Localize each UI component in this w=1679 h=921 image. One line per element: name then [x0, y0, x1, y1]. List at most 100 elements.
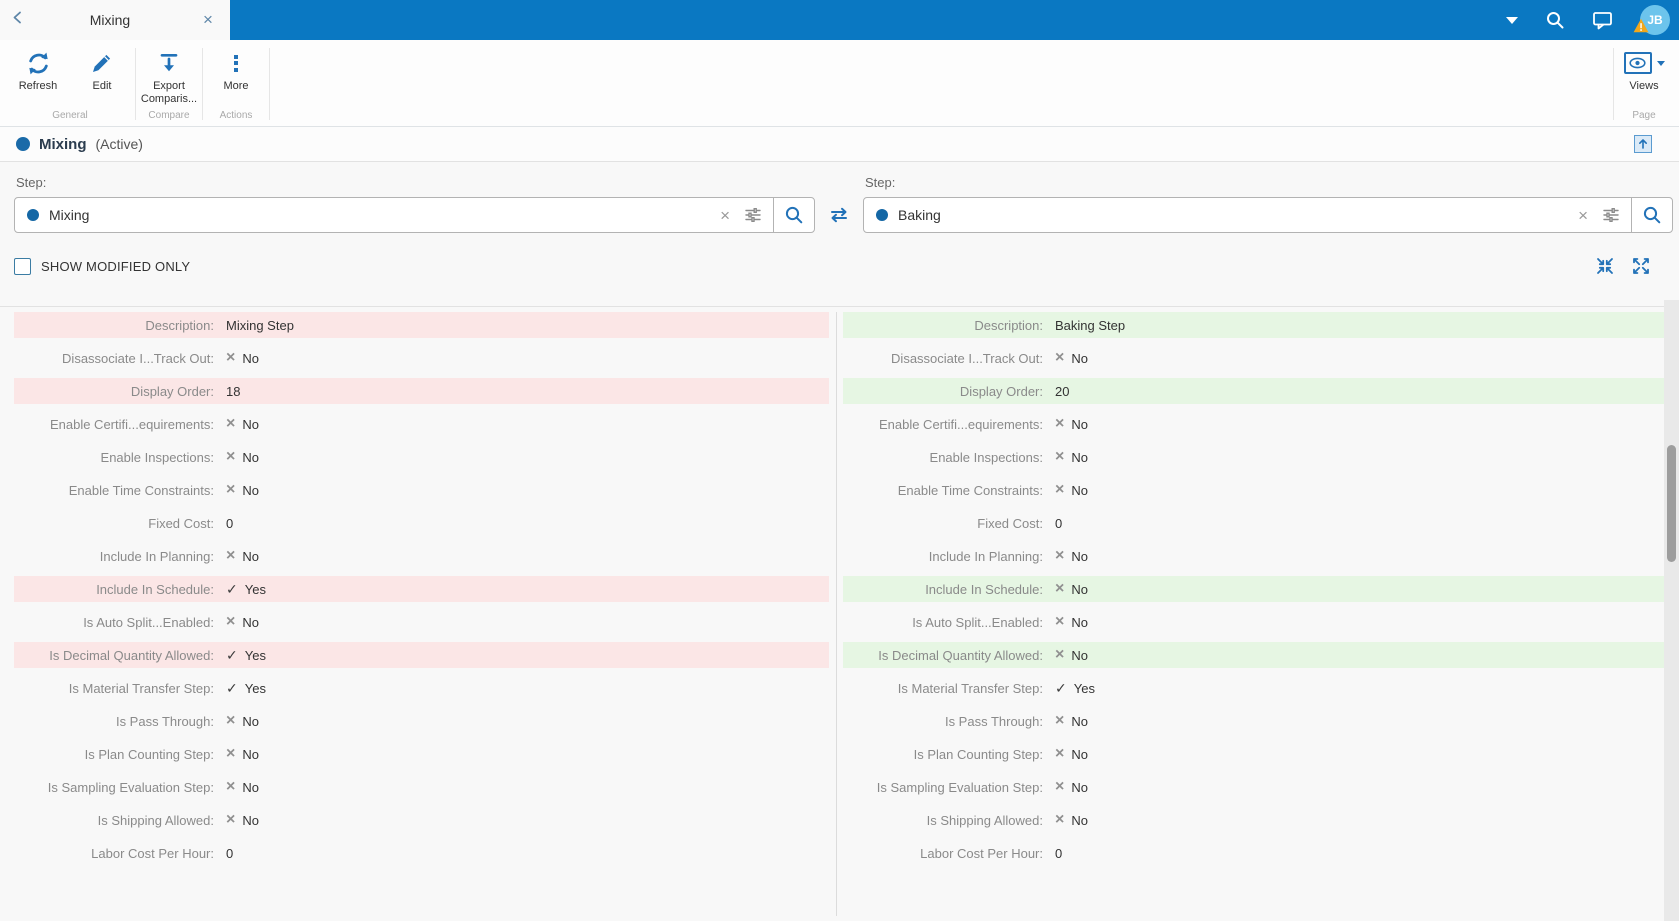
field-label: Include In Schedule:: [96, 581, 214, 597]
field-label: Is Auto Split...Enabled:: [912, 614, 1043, 630]
value-text: No: [1071, 647, 1088, 663]
collapse-all-icon[interactable]: [1596, 257, 1614, 275]
value-text: Yes: [244, 581, 266, 597]
chat-icon[interactable]: [1592, 10, 1613, 31]
value-text: No: [242, 614, 259, 630]
field-label: Include In Planning:: [928, 548, 1043, 564]
views-dropdown-icon[interactable]: [1656, 60, 1665, 66]
search-icon[interactable]: [1545, 10, 1565, 30]
cross-icon: ×: [1055, 745, 1065, 762]
pencil-icon: [90, 49, 114, 77]
cross-icon: ×: [1055, 580, 1065, 597]
clear-icon[interactable]: ×: [1569, 207, 1597, 224]
field-label: Description:: [145, 317, 214, 333]
comparison-row: Disassociate I...Track Out: × No: [843, 345, 1665, 371]
field-label: Is Sampling Evaluation Step:: [876, 779, 1043, 795]
field-label: Is Material Transfer Step:: [68, 680, 214, 696]
ribbon-group-label-general: General: [52, 110, 88, 121]
ribbon-group-label-actions: Actions: [219, 110, 253, 121]
clear-icon[interactable]: ×: [711, 207, 739, 224]
field-value: × No: [226, 416, 259, 432]
cross-icon: ×: [1055, 481, 1065, 498]
cross-icon: ×: [226, 745, 236, 762]
field-label: Description:: [974, 317, 1043, 333]
field-value: × No: [1055, 548, 1088, 564]
field-label: Is Shipping Allowed:: [926, 812, 1043, 828]
step-search-button[interactable]: [773, 198, 814, 232]
expand-all-icon[interactable]: [1632, 257, 1650, 275]
comparison-row: Include In Planning: × No: [14, 543, 829, 569]
field-value: 18: [226, 384, 240, 399]
ribbon-group-compare: Export Comparis... Compare: [137, 40, 201, 126]
cross-icon: ×: [226, 613, 236, 630]
cross-icon: ×: [1055, 547, 1065, 564]
value-text: No: [242, 548, 259, 564]
swap-steps-button[interactable]: [815, 197, 863, 233]
field-label: Enable Inspections:: [929, 449, 1043, 465]
filter-sliders-icon[interactable]: [739, 205, 773, 225]
edit-label: Edit: [92, 80, 112, 92]
step-search-button[interactable]: [1631, 198, 1672, 232]
comparison-row: Is Plan Counting Step: × No: [14, 741, 829, 767]
header-dropdown-icon[interactable]: [1506, 16, 1518, 24]
value-text: No: [1071, 713, 1088, 729]
field-value: × No: [226, 614, 259, 630]
field-value: × No: [1055, 350, 1088, 366]
refresh-label: Refresh: [18, 80, 58, 92]
back-button[interactable]: [0, 10, 34, 30]
left-step-input[interactable]: Mixing ×: [14, 197, 815, 233]
value-text: 20: [1055, 383, 1070, 399]
field-value: × No: [1055, 449, 1088, 465]
field-label: Is Decimal Quantity Allowed:: [49, 647, 214, 663]
value-text: Yes: [1073, 680, 1095, 696]
scrollbar-thumb[interactable]: [1667, 445, 1676, 562]
value-text: No: [242, 482, 259, 498]
field-value: × No: [226, 746, 259, 762]
filter-sliders-icon[interactable]: [1597, 205, 1631, 225]
value-text: No: [1071, 548, 1088, 564]
field-label: Include In Planning:: [99, 548, 214, 564]
export-comparison-button[interactable]: Export Comparis...: [137, 40, 201, 107]
export-label: Export Comparis...: [140, 80, 198, 106]
value-text: No: [242, 713, 259, 729]
field-label: Disassociate I...Track Out:: [62, 350, 214, 366]
views-button[interactable]: Views: [1615, 40, 1673, 107]
refresh-button[interactable]: Refresh: [6, 40, 70, 107]
field-value: × No: [226, 812, 259, 828]
user-avatar[interactable]: JB: [1633, 5, 1670, 35]
tab-mixing[interactable]: Mixing ×: [34, 0, 230, 40]
ribbon-group-page: Views Page: [1615, 40, 1673, 126]
field-label: Enable Time Constraints:: [68, 482, 214, 498]
field-value: × No: [226, 350, 259, 366]
ribbon-separator: [1613, 48, 1614, 120]
show-modified-checkbox[interactable]: [14, 257, 31, 275]
top-bar: Mixing × JB: [0, 0, 1679, 40]
value-text: No: [242, 449, 259, 465]
more-button[interactable]: More: [204, 40, 268, 107]
vertical-scrollbar[interactable]: [1664, 300, 1679, 921]
field-value: ✓ Yes: [226, 582, 266, 597]
tab-strip: Mixing ×: [0, 0, 230, 40]
cross-icon: ×: [1055, 613, 1065, 630]
field-label: Enable Time Constraints:: [897, 482, 1043, 498]
more-dots-icon: [234, 49, 238, 77]
compare-panel-left: Description: Mixing Step Disassociate I.…: [14, 312, 829, 916]
edit-button[interactable]: Edit: [70, 40, 134, 107]
field-label: Display Order:: [959, 383, 1043, 399]
ribbon-group-actions: More Actions: [204, 40, 268, 126]
field-label: Is Pass Through:: [115, 713, 214, 729]
field-value: × No: [1055, 647, 1088, 663]
field-value: ✓ Yes: [1055, 681, 1095, 696]
tab-close-icon[interactable]: ×: [186, 10, 230, 30]
cross-icon: ×: [1055, 712, 1065, 729]
show-modified-label: SHOW MODIFIED ONLY: [41, 258, 191, 274]
cross-icon: ×: [1055, 448, 1065, 465]
collapse-header-button[interactable]: [1634, 135, 1652, 153]
field-value: × No: [1055, 779, 1088, 795]
value-text: No: [242, 779, 259, 795]
right-step-input[interactable]: Baking ×: [863, 197, 1673, 233]
field-label: Labor Cost Per Hour:: [920, 845, 1043, 861]
value-text: Yes: [244, 647, 266, 663]
comparison-row: Is Decimal Quantity Allowed: × No: [843, 642, 1665, 668]
cross-icon: ×: [1055, 778, 1065, 795]
